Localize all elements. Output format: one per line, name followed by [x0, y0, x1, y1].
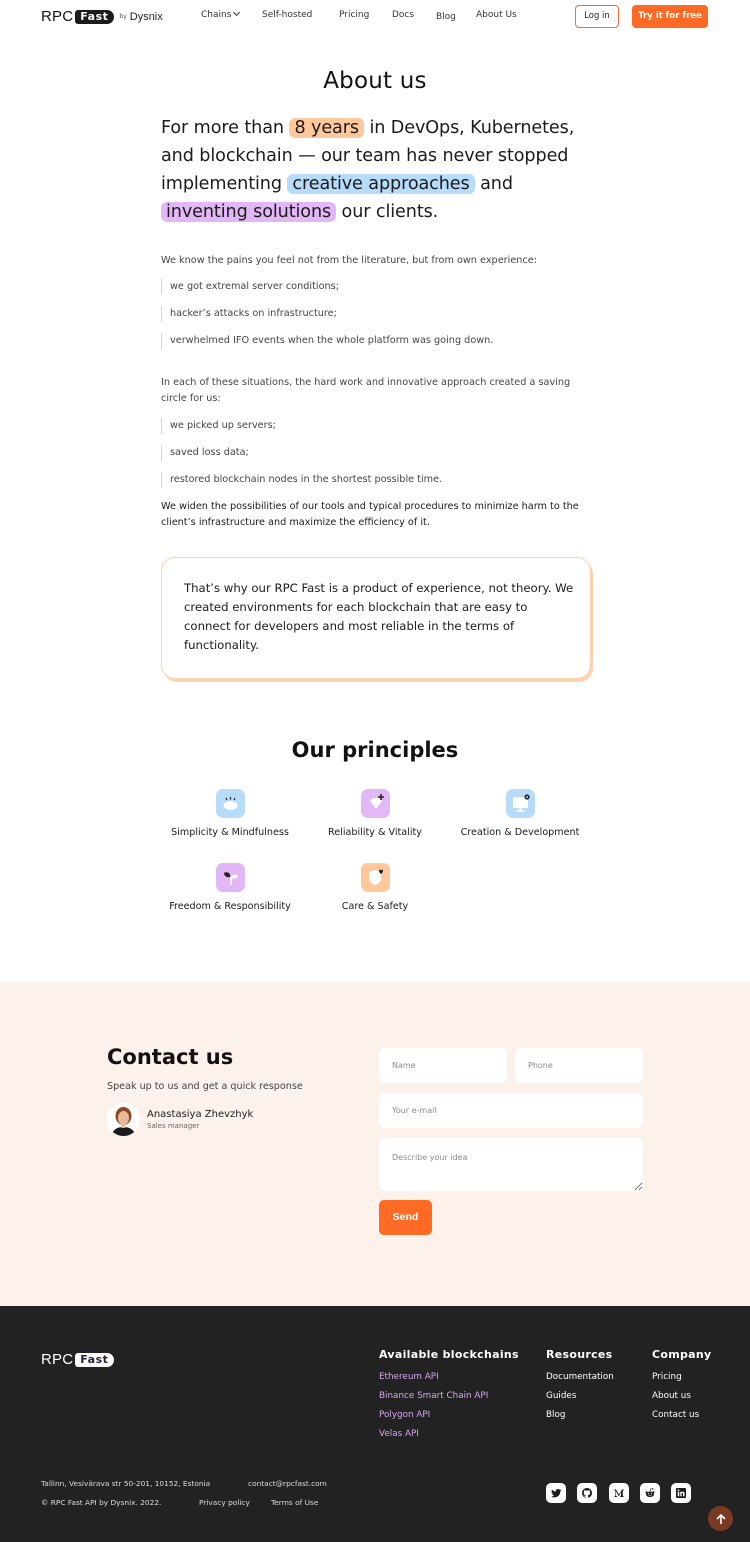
- footer-link-documentation[interactable]: Documentation: [546, 1368, 614, 1387]
- footer-email-link[interactable]: contact@rpcfast.com: [248, 1479, 327, 1488]
- person-name: Anastasiya Zhevzhyk: [147, 1109, 254, 1120]
- shield-heart-icon: [360, 863, 390, 892]
- highlight-creative: creative approaches: [287, 174, 475, 194]
- nav-link-self-hosted[interactable]: Self-hosted: [262, 10, 339, 22]
- name-input[interactable]: [379, 1048, 507, 1083]
- lead-part: For more than: [161, 118, 290, 138]
- nav-link-about-us[interactable]: About Us: [476, 10, 536, 22]
- footer-link-contact-us[interactable]: Contact us: [652, 1406, 712, 1425]
- try-free-button[interactable]: Try it for free: [632, 5, 708, 28]
- about-lead-text: For more than 8 years in DevOps, Kuberne…: [161, 114, 601, 226]
- nav-link-docs[interactable]: Docs: [392, 10, 436, 22]
- nav-link-chains[interactable]: Chains: [201, 8, 262, 22]
- pain-item: hacker’s attacks on infrastructure;: [161, 306, 337, 322]
- footer-logo-rpc: RPC: [41, 1351, 74, 1368]
- page-title: About us: [323, 68, 427, 94]
- principle-item: Creation & Development: [445, 789, 595, 838]
- principle-label: Creation & Development: [460, 827, 580, 838]
- terms-of-use-link[interactable]: Terms of Use: [271, 1498, 318, 1507]
- footer-link-about-us[interactable]: About us: [652, 1387, 712, 1406]
- nav-link-pricing[interactable]: Pricing: [339, 10, 392, 22]
- footer-link-bsc[interactable]: Binance Smart Chain API: [379, 1387, 519, 1406]
- principles-title: Our principles: [291, 738, 459, 762]
- login-button[interactable]: Log in: [575, 5, 619, 28]
- footer-col-company: Company Pricing About us Contact us: [652, 1348, 712, 1425]
- logo-dysnix-text: Dysnix: [129, 10, 163, 23]
- principle-label: Freedom & Responsibility: [169, 901, 291, 912]
- phone-input[interactable]: [515, 1048, 643, 1083]
- scroll-to-top-button[interactable]: [708, 1506, 733, 1531]
- idea-textarea[interactable]: [379, 1138, 643, 1191]
- principle-label: Simplicity & Mindfulness: [171, 827, 289, 838]
- contact-section: Contact us Speak up to us and get a quic…: [0, 982, 750, 1306]
- pains-intro: We know the pains you feel not from the …: [161, 255, 537, 266]
- linkedin-icon[interactable]: [671, 1483, 692, 1503]
- principle-label: Reliability & Vitality: [328, 827, 422, 838]
- footer-copyright: © RPC Fast API by Dysnix. 2022.: [41, 1498, 162, 1507]
- arrow-up-icon: [716, 1513, 725, 1524]
- contact-subtitle: Speak up to us and get a quick response: [107, 1081, 303, 1092]
- logo-fast-badge: Fast: [75, 9, 115, 24]
- widen-text: We widen the possibilities of our tools …: [161, 501, 579, 528]
- saving-item: we picked up servers;: [161, 418, 276, 434]
- footer-col-title: Company: [652, 1348, 712, 1361]
- pain-item: we got extremal server conditions;: [161, 279, 339, 295]
- logo[interactable]: RPC Fast by Dysnix: [41, 8, 163, 25]
- contact-title: Contact us: [107, 1045, 234, 1069]
- footer-link-pricing[interactable]: Pricing: [652, 1368, 712, 1387]
- github-icon[interactable]: [577, 1483, 598, 1503]
- nav-links: Chains Self-hosted Pricing Docs Blog Abo…: [201, 8, 536, 22]
- footer-link-guides[interactable]: Guides: [546, 1387, 614, 1406]
- eye-icon: [215, 789, 245, 818]
- footer-link-velas[interactable]: Velas API: [379, 1425, 519, 1444]
- chevron-down-icon: [233, 8, 241, 17]
- reddit-icon[interactable]: [639, 1483, 660, 1503]
- quote-box: That’s why our RPC Fast is a product of …: [161, 557, 591, 679]
- monitor-icon: [505, 789, 535, 818]
- footer-logo-fast: Fast: [75, 1352, 115, 1367]
- person-role: Sales manager: [147, 1122, 200, 1130]
- footer-logo[interactable]: RPC Fast: [41, 1351, 115, 1368]
- footer-col-blockchains: Available blockchains Ethereum API Binan…: [379, 1348, 519, 1444]
- logo-rpc-text: RPC: [41, 8, 74, 25]
- email-input[interactable]: [379, 1093, 643, 1128]
- principle-item: Simplicity & Mindfulness: [155, 789, 305, 838]
- medium-icon[interactable]: [608, 1483, 629, 1503]
- twitter-icon[interactable]: [546, 1483, 566, 1503]
- saving-item: restored blockchain nodes in the shortes…: [161, 472, 442, 488]
- quote-text: That’s why our RPC Fast is a product of …: [184, 581, 574, 652]
- footer-col-title: Available blockchains: [379, 1348, 519, 1361]
- footer-address: Tallinn, Vesivärava str 50-201, 10152, E…: [41, 1479, 211, 1488]
- avatar: [107, 1103, 140, 1136]
- logo-by-text: by: [119, 13, 127, 20]
- saving-intro: In each of these situations, the hard wo…: [161, 377, 571, 404]
- principle-item: Freedom & Responsibility: [155, 863, 305, 912]
- principle-item: Care & Safety: [300, 863, 450, 912]
- privacy-policy-link[interactable]: Privacy policy: [199, 1498, 250, 1507]
- diamond-icon: [360, 789, 390, 818]
- sprout-icon: [215, 863, 245, 892]
- footer-link-polygon[interactable]: Polygon API: [379, 1406, 519, 1425]
- lead-part: our clients.: [336, 202, 439, 222]
- send-button[interactable]: Send: [379, 1200, 432, 1235]
- principle-item: Reliability & Vitality: [300, 789, 450, 838]
- footer-col-resources: Resources Documentation Guides Blog: [546, 1348, 614, 1425]
- highlight-years: 8 years: [289, 118, 364, 138]
- lead-part: and: [474, 174, 513, 194]
- footer-col-title: Resources: [546, 1348, 613, 1361]
- footer-link-blog[interactable]: Blog: [546, 1406, 614, 1425]
- nav-link-chains-label: Chains: [201, 10, 232, 20]
- principle-label: Care & Safety: [341, 901, 409, 912]
- footer-link-ethereum[interactable]: Ethereum API: [379, 1368, 519, 1387]
- top-navbar: RPC Fast by Dysnix Chains Self-hosted Pr…: [0, 0, 750, 33]
- saving-item: saved loss data;: [161, 445, 249, 461]
- nav-link-blog[interactable]: Blog: [436, 10, 476, 22]
- social-links: [546, 1483, 702, 1503]
- highlight-inventing: inventing solutions: [161, 202, 337, 222]
- pain-item: verwhelmed IFO events when the whole pla…: [161, 333, 493, 349]
- footer: RPC Fast Available blockchains Ethereum …: [0, 1306, 750, 1542]
